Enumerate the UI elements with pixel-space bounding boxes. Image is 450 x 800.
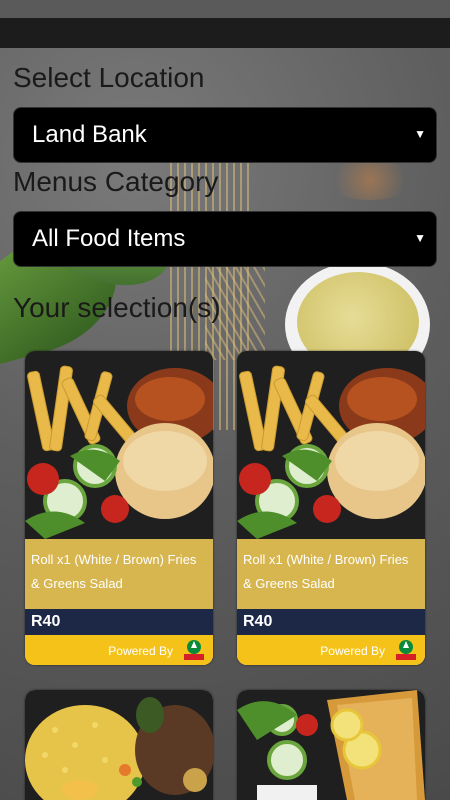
dropdown-arrow-icon: ▼ (414, 231, 426, 245)
menu-item-image (25, 690, 213, 800)
powered-by-label: Powered By (108, 644, 173, 658)
menu-item-image (237, 351, 425, 539)
powered-by-bar: Powered By (237, 635, 425, 665)
menu-item-image (237, 690, 425, 800)
location-select[interactable]: Land Bank ▼ (13, 107, 437, 163)
status-bar (0, 0, 450, 18)
menu-item-card[interactable] (237, 690, 425, 800)
menu-item-image (25, 351, 213, 539)
spar-logo-icon (184, 640, 204, 660)
powered-by-bar: Powered By (25, 635, 213, 665)
dropdown-arrow-icon: ▼ (414, 127, 426, 141)
menu-item-description: Roll x1 (White / Brown) Fries & Greens S… (237, 539, 425, 609)
location-selected-value: Land Bank (32, 121, 147, 148)
background-spice (325, 160, 415, 200)
powered-by-label: Powered By (320, 644, 385, 658)
menu-item-price: R40 (25, 609, 213, 635)
location-label: Select Location (13, 62, 205, 93)
header-bar (0, 18, 450, 48)
category-label: Menus Category (13, 166, 219, 197)
category-selected-value: All Food Items (32, 225, 186, 252)
category-select[interactable]: All Food Items ▼ (13, 211, 437, 267)
spar-logo-icon (396, 640, 416, 660)
menu-item-card[interactable] (25, 690, 213, 800)
menu-item-price: R40 (237, 609, 425, 635)
selection-heading: Your selection(s) (13, 292, 221, 323)
menu-item-card[interactable]: Roll x1 (White / Brown) Fries & Greens S… (25, 351, 213, 665)
menu-item-card[interactable]: Roll x1 (White / Brown) Fries & Greens S… (237, 351, 425, 665)
menu-item-description: Roll x1 (White / Brown) Fries & Greens S… (25, 539, 213, 609)
